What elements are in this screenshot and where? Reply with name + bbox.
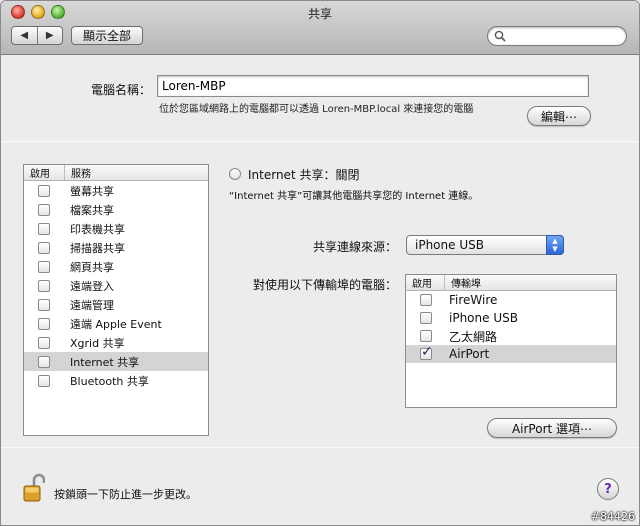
enable-checkbox[interactable] bbox=[420, 330, 432, 342]
service-row-label: 網頁共享 bbox=[70, 260, 114, 274]
enable-checkbox[interactable] bbox=[38, 317, 50, 330]
ports-header-port[interactable]: 傳輸埠 bbox=[444, 275, 616, 290]
enable-checkbox[interactable] bbox=[420, 294, 432, 306]
search-box bbox=[487, 26, 627, 46]
enable-checkbox[interactable] bbox=[38, 355, 50, 368]
enable-checkbox[interactable] bbox=[38, 241, 50, 254]
service-row-label: Bluetooth 共享 bbox=[70, 374, 149, 388]
service-row-label: 螢幕共享 bbox=[70, 184, 114, 198]
services-rows: 螢幕共享檔案共享印表機共享掃描器共享網頁共享遠端登入遠端管理遠端 Apple E… bbox=[24, 181, 208, 390]
service-row[interactable]: Internet 共享 bbox=[24, 352, 208, 371]
port-row-label: 乙太網路 bbox=[449, 329, 498, 344]
service-row[interactable]: Xgrid 共享 bbox=[24, 333, 208, 352]
unlocked-padlock-icon[interactable] bbox=[23, 473, 46, 503]
service-row[interactable]: 遠端登入 bbox=[24, 276, 208, 295]
back-arrow-icon[interactable]: ◀ bbox=[12, 27, 37, 44]
ports-rows: FireWire iPhone USB 乙太網路 AirPort bbox=[406, 291, 616, 363]
enable-checkbox[interactable] bbox=[38, 279, 50, 292]
search-input[interactable] bbox=[508, 29, 618, 44]
service-row-label: 遠端管理 bbox=[70, 298, 114, 312]
service-row[interactable]: 遠端管理 bbox=[24, 295, 208, 314]
service-row[interactable]: 檔案共享 bbox=[24, 200, 208, 219]
internet-sharing-status: Internet 共享：關閉 bbox=[248, 168, 360, 182]
port-row[interactable]: FireWire bbox=[406, 291, 616, 309]
ports-list: 啟用 傳輸埠 FireWire iPhone USB 乙太網路 AirPort bbox=[405, 274, 617, 408]
header-on[interactable]: 啟用 bbox=[24, 165, 64, 180]
internet-sharing-status-indicator bbox=[229, 168, 241, 180]
airport-options-button[interactable]: AirPort 選項⋯ bbox=[487, 418, 617, 438]
enable-checkbox[interactable] bbox=[420, 312, 432, 324]
bottom-divider bbox=[1, 447, 639, 448]
port-row[interactable]: iPhone USB bbox=[406, 309, 616, 327]
service-row-label: Internet 共享 bbox=[70, 355, 140, 369]
top-divider bbox=[1, 141, 639, 142]
back-forward-control: ◀ ▶ bbox=[11, 26, 63, 45]
port-row[interactable]: AirPort bbox=[406, 344, 616, 363]
service-row-label: Xgrid 共享 bbox=[70, 336, 125, 350]
service-row-label: 遠端 Apple Event bbox=[70, 317, 162, 331]
ports-list-header: 啟用 傳輸埠 bbox=[406, 275, 616, 291]
service-row[interactable]: 遠端 Apple Event bbox=[24, 314, 208, 333]
service-row-label: 檔案共享 bbox=[70, 203, 114, 217]
window-title: 共享 bbox=[307, 7, 332, 21]
service-row[interactable]: 掃描器共享 bbox=[24, 238, 208, 257]
port-row-label: AirPort bbox=[449, 347, 490, 361]
service-row[interactable]: 網頁共享 bbox=[24, 257, 208, 276]
popup-arrows-icon: ▲ ▼ bbox=[546, 235, 564, 255]
to-computers-label: 對使用以下傳輸埠的電腦： bbox=[252, 278, 397, 292]
edit-button[interactable]: 編輯⋯ bbox=[527, 106, 591, 126]
internet-sharing-description: “Internet 共享”可讓其他電腦共享您的 Internet 連線。 bbox=[229, 191, 479, 202]
enable-checkbox[interactable] bbox=[38, 184, 50, 197]
ports-header-on[interactable]: 啟用 bbox=[406, 275, 444, 290]
header-service[interactable]: 服務 bbox=[64, 165, 208, 180]
enable-checkbox[interactable] bbox=[38, 203, 50, 216]
share-from-value: iPhone USB bbox=[415, 238, 484, 252]
help-icon: ? bbox=[604, 481, 612, 497]
share-from-label: 共享連線來源： bbox=[312, 240, 397, 254]
search-icon bbox=[494, 30, 506, 45]
lock-instruction: 按鎖頭一下防止進一步更改。 bbox=[54, 488, 197, 501]
service-row[interactable]: 螢幕共享 bbox=[24, 181, 208, 200]
enable-checkbox[interactable] bbox=[38, 298, 50, 311]
show-all-button[interactable]: 顯示全部 bbox=[71, 26, 143, 45]
enable-checkbox[interactable] bbox=[38, 260, 50, 273]
enable-checkbox[interactable] bbox=[38, 222, 50, 235]
computer-name-description: 位於您區域網路上的電腦都可以透過 Loren-MBP.local 來連接您的電腦 bbox=[159, 104, 474, 115]
computer-name-label: 電腦名稱： bbox=[90, 83, 151, 97]
title-bar: 共享 ◀ ▶ 顯示全部 bbox=[1, 1, 639, 55]
share-from-popup[interactable]: iPhone USB ▲ ▼ bbox=[406, 235, 564, 255]
service-row-label: 掃描器共享 bbox=[70, 241, 125, 255]
service-row[interactable]: Bluetooth 共享 bbox=[24, 371, 208, 390]
port-row[interactable]: 乙太網路 bbox=[406, 327, 616, 345]
service-row-label: 印表機共享 bbox=[70, 222, 125, 236]
system-preferences-window: 共享 ◀ ▶ 顯示全部 電腦名稱： 位於您區域網路上的電腦都可以透過 Loren… bbox=[0, 0, 640, 526]
services-list: 啟用 服務 螢幕共享檔案共享印表機共享掃描器共享網頁共享遠端登入遠端管理遠端 A… bbox=[23, 164, 209, 436]
enable-checkbox[interactable] bbox=[38, 336, 50, 349]
port-row-label: FireWire bbox=[449, 293, 498, 307]
service-row-label: 遠端登入 bbox=[70, 279, 114, 293]
service-row[interactable]: 印表機共享 bbox=[24, 219, 208, 238]
enable-checkbox[interactable] bbox=[38, 374, 50, 387]
forward-arrow-icon[interactable]: ▶ bbox=[36, 27, 63, 44]
computer-name-field[interactable] bbox=[157, 75, 589, 97]
watermark: #84426 bbox=[590, 510, 635, 523]
enable-checkbox[interactable] bbox=[420, 344, 433, 360]
help-button[interactable]: ? bbox=[597, 478, 619, 500]
port-row-label: iPhone USB bbox=[449, 311, 518, 325]
services-list-header: 啟用 服務 bbox=[24, 165, 208, 181]
